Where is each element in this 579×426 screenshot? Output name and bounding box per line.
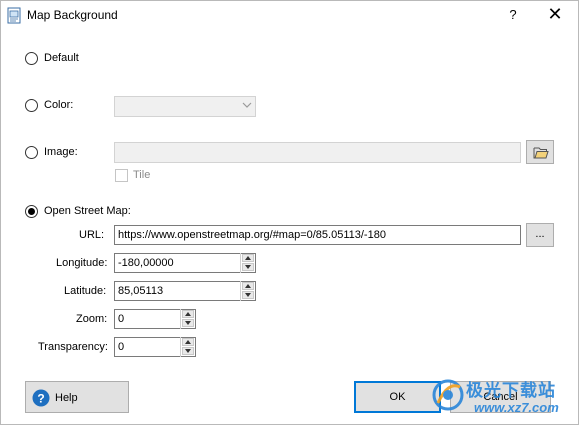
zoom-up-arrow-icon[interactable] [182, 310, 194, 318]
longitude-spinner[interactable] [240, 253, 255, 273]
transparency-label: Transparency: [38, 341, 108, 353]
transparency-up-arrow-icon[interactable] [182, 338, 194, 346]
image-path-field[interactable] [114, 142, 521, 163]
help-button-label: Help [55, 392, 78, 404]
latitude-value: 85,05113 [118, 285, 164, 297]
map-background-dialog: Map Background ? ✕ Default Color: Image:… [0, 0, 579, 425]
latitude-field[interactable]: 85,05113 [114, 281, 256, 301]
color-label: Color: [44, 99, 74, 111]
default-label: Default [44, 52, 79, 64]
url-field[interactable]: https://www.openstreetmap.org/#map=0/85.… [114, 225, 521, 245]
url-label: URL: [79, 229, 105, 241]
watermark-text-cn: 极光下载站 [466, 381, 556, 400]
title-bar: Map Background ? ✕ [1, 1, 578, 31]
url-browse-button[interactable]: ... [526, 223, 554, 247]
transparency-value: 0 [118, 341, 125, 353]
window-title: Map Background [27, 8, 118, 22]
transparency-down-arrow-icon[interactable] [182, 347, 194, 355]
zoom-label: Zoom: [76, 313, 108, 325]
zoom-value: 0 [118, 313, 125, 325]
longitude-down-arrow-icon[interactable] [242, 263, 254, 271]
latitude-up-arrow-icon[interactable] [242, 282, 254, 290]
osm-radio[interactable] [25, 205, 38, 218]
latitude-label: Latitude: [64, 285, 107, 297]
watermark-logo: 极光下载站 www.xz7.com [426, 373, 576, 423]
close-button[interactable]: ✕ [547, 5, 563, 23]
tile-checkbox[interactable] [115, 169, 128, 182]
tile-label: Tile [133, 169, 151, 181]
longitude-up-arrow-icon[interactable] [242, 254, 254, 262]
folder-open-icon [533, 146, 549, 162]
transparency-spinner[interactable] [180, 337, 195, 357]
color-radio[interactable] [25, 99, 38, 112]
default-radio[interactable] [25, 52, 38, 65]
image-radio[interactable] [25, 146, 38, 159]
browse-image-button[interactable] [526, 140, 554, 164]
map-document-icon [7, 7, 23, 25]
chevron-down-icon [242, 100, 252, 114]
title-help-button[interactable]: ? [506, 7, 520, 22]
osm-label: Open Street Map: [44, 205, 131, 217]
help-circle-icon: ? [32, 389, 50, 410]
zoom-down-arrow-icon[interactable] [182, 319, 194, 327]
watermark-url: www.xz7.com [474, 400, 559, 415]
longitude-label: Longitude: [56, 257, 108, 269]
help-button[interactable]: ? Help [25, 381, 129, 413]
zoom-spinner[interactable] [180, 309, 195, 329]
latitude-spinner[interactable] [240, 281, 255, 301]
latitude-down-arrow-icon[interactable] [242, 291, 254, 299]
image-label: Image: [44, 146, 78, 158]
color-select[interactable] [114, 96, 256, 117]
longitude-field[interactable]: -180,00000 [114, 253, 256, 273]
svg-text:?: ? [37, 392, 44, 406]
longitude-value: -180,00000 [118, 257, 174, 269]
